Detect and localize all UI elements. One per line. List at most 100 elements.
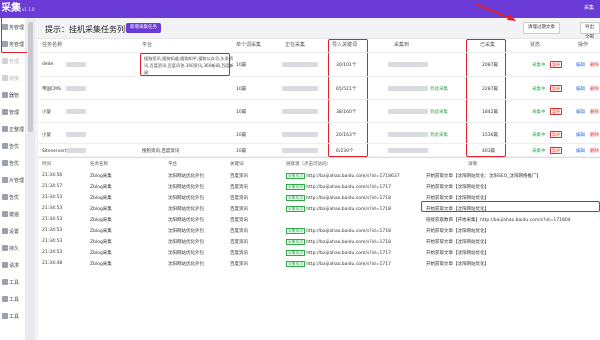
annotation-arrow-icon	[475, 3, 516, 21]
log-platform: 百度资讯	[230, 207, 248, 212]
sidebar-item[interactable]: 持久	[0, 241, 26, 255]
sidebar-item[interactable]: 工具	[0, 292, 26, 306]
menu-icon	[2, 58, 8, 64]
log-col-platform: 平台	[168, 162, 177, 167]
sidebar-item[interactable]: 工具	[0, 275, 26, 289]
pause-tag[interactable]: 暂停	[550, 131, 562, 138]
log-keyword: 沈阳网站优化外包	[168, 207, 204, 212]
delete-link[interactable]: 删除	[590, 132, 599, 138]
imported-count: 30/101个	[336, 63, 357, 68]
state-text: 采集中	[532, 149, 546, 154]
log-row: 21:34:53 Zblog采集 沈阳网站优化外包 百度资讯 采集成功 http://ba…	[38, 237, 600, 246]
delete-link[interactable]: 删除	[590, 86, 599, 92]
log-platform: 百度资讯	[230, 229, 248, 234]
log-time: 21:34:53	[42, 250, 63, 255]
sidebar-item[interactable]: 工具	[0, 309, 26, 323]
export-button[interactable]: 导出全部	[580, 22, 600, 40]
success-badge: 采集成功	[286, 261, 306, 267]
pause-tag[interactable]: 暂停	[550, 147, 562, 154]
col-header-platform: 平台	[142, 42, 153, 48]
edit-link[interactable]: 编辑	[576, 148, 585, 154]
log-task: Zblog采集	[90, 218, 112, 223]
log-keyword: 沈阳网站优化外包	[168, 240, 204, 245]
new-task-button[interactable]: 新增采集任务	[126, 23, 161, 33]
delete-link[interactable]: 删除	[590, 62, 599, 68]
menu-icon	[2, 194, 8, 200]
log-detail: 链接获取数目【开始采集】http://baijiahao.baidu.com/s…	[426, 218, 571, 223]
sidebar-item-label: 器管	[9, 93, 20, 99]
log-source[interactable]: 采集成功 http://baijiahao.baidu.com/s?id=1718	[286, 206, 391, 212]
log-keyword: 沈阳网站优化外包	[168, 251, 204, 256]
log-detail: 开始获取文章【沈阳网站优化】	[426, 185, 489, 190]
menu-icon	[2, 296, 8, 302]
menu-icon	[2, 126, 8, 132]
source-url[interactable]: http://baijiahao.baidu.com/s?id=1717	[306, 251, 391, 256]
sidebar-item[interactable]: 链接	[0, 71, 26, 85]
top-right-button[interactable]: 采集	[580, 3, 598, 14]
sidebar-item[interactable]: 请求	[0, 258, 26, 272]
log-source[interactable]: 采集成功 http://baijiahao.baidu.com/s?id=1717	[286, 250, 391, 256]
menu-icon	[2, 279, 8, 285]
menu-icon	[2, 313, 8, 319]
success-badge: 采集成功	[286, 250, 306, 256]
source-url[interactable]: http://baijiahao.baidu.com/s?id=1717	[306, 262, 391, 267]
log-keyword: 沈阳网站优化外包	[168, 185, 204, 190]
log-keyword: 沈阳网站优化外包	[168, 218, 204, 223]
log-source[interactable]: 采集成功 http://baijiahao.baidu.com/s?id=1718…	[286, 173, 400, 179]
delete-link[interactable]: 删除	[590, 148, 599, 154]
sidebar-scrollbar[interactable]	[27, 18, 35, 340]
imported-count: 6/230个	[336, 149, 354, 154]
log-detail: 开始获取文章【沈阳网站优化】	[426, 262, 489, 267]
task-name-redacted	[66, 86, 86, 91]
col-header-single: 单个词采集	[236, 42, 262, 48]
log-detail: 开始获取文章【沈阳网站优化】	[426, 196, 489, 201]
sidebar-item[interactable]: 告优	[0, 156, 26, 170]
source-url[interactable]: http://baijiahao.baidu.com/s?id=1718	[306, 207, 391, 212]
log-col-source: 链接源（点击可访问）	[286, 162, 331, 167]
sidebar-item[interactable]: 器管	[0, 88, 26, 102]
sidebar-item[interactable]: 告优	[0, 139, 26, 153]
task-name: 小旋	[42, 133, 51, 138]
scrollbar-thumb[interactable]	[28, 22, 33, 132]
log-source[interactable]: 采集成功 http://baijiahao.baidu.com/s?id=1717	[286, 184, 391, 190]
sidebar-item[interactable]: 正整理	[0, 122, 26, 136]
sidebar-item[interactable]: 告优	[0, 190, 26, 204]
collected-to-redacted	[388, 148, 428, 153]
edit-link[interactable]: 编辑	[576, 86, 585, 92]
done-count: 2287篇	[482, 87, 498, 92]
pause-tag[interactable]: 暂停	[550, 108, 562, 115]
pause-tag[interactable]: 暂停	[550, 61, 562, 68]
menu-icon	[2, 262, 8, 268]
log-source[interactable]: 采集成功 http://baijiahao.baidu.com/s?id=1718	[286, 239, 391, 245]
source-url[interactable]: http://baijiahao.baidu.com/s?id=1718637	[306, 174, 399, 179]
log-source[interactable]: 采集成功 http://baijiahao.baidu.com/s?id=1717	[286, 261, 391, 267]
log-source[interactable]: 采集成功 http://baijiahao.baidu.com/s?id=1718	[286, 195, 391, 201]
source-url[interactable]: http://baijiahao.baidu.com/s?id=1718	[306, 240, 391, 245]
log-task: Zblog采集	[90, 251, 112, 256]
log-time: 21:34:57	[42, 184, 63, 189]
pause-tag[interactable]: 暂停	[550, 85, 562, 92]
sidebar-item[interactable]: 管理	[0, 105, 26, 119]
sidebar-item[interactable]: 管理	[0, 54, 26, 68]
sidebar-item[interactable]: 设置	[0, 224, 26, 238]
source-url[interactable]: http://baijiahao.baidu.com/s?id=1717	[306, 185, 391, 190]
log-time: 21:34:56	[42, 173, 63, 178]
delete-link[interactable]: 删除	[590, 109, 599, 115]
success-badge: 采集成功	[286, 195, 306, 201]
sidebar-item-label: 管理	[9, 110, 20, 116]
pause-tag-label: 暂停	[550, 131, 562, 138]
edit-link[interactable]: 编辑	[576, 109, 585, 115]
log-source[interactable]: 采集成功 http://baijiahao.baidu.com/s?id=1718	[286, 228, 391, 234]
imported-count: 38/160个	[336, 110, 357, 115]
source-url[interactable]: http://baijiahao.baidu.com/s?id=1718	[306, 196, 391, 201]
log-task: Zblog采集	[90, 240, 112, 245]
done-count: 1536篇	[482, 133, 498, 138]
sidebar-item[interactable]: 键遍	[0, 207, 26, 221]
edit-link[interactable]: 编辑	[576, 62, 585, 68]
sidebar-item[interactable]: 片管理	[0, 173, 26, 187]
pause-tag-label: 暂停	[550, 147, 562, 154]
source-url[interactable]: http://baijiahao.baidu.com/s?id=1718	[306, 229, 391, 234]
edit-link[interactable]: 编辑	[576, 132, 585, 138]
state-text: 采集中	[532, 63, 546, 68]
clear-expired-button[interactable]: 清理过期文章	[523, 22, 560, 34]
